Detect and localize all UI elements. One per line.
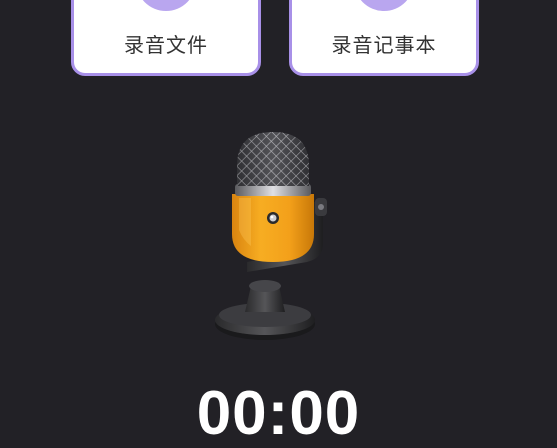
recording-files-icon [136,0,196,11]
microphone-icon [215,132,327,340]
recording-notes-label: 录音记事本 [331,33,437,57]
recording-notes-icon [354,0,414,11]
recording-timer: 00:00 [196,379,361,448]
recording-files-card[interactable]: 录音文件 [71,0,261,76]
recording-files-label: 录音文件 [124,33,208,57]
recording-notes-card[interactable]: 录音记事本 [289,0,479,76]
recorder-screen: 录音文件 录音记事本 00:00 [0,0,557,448]
